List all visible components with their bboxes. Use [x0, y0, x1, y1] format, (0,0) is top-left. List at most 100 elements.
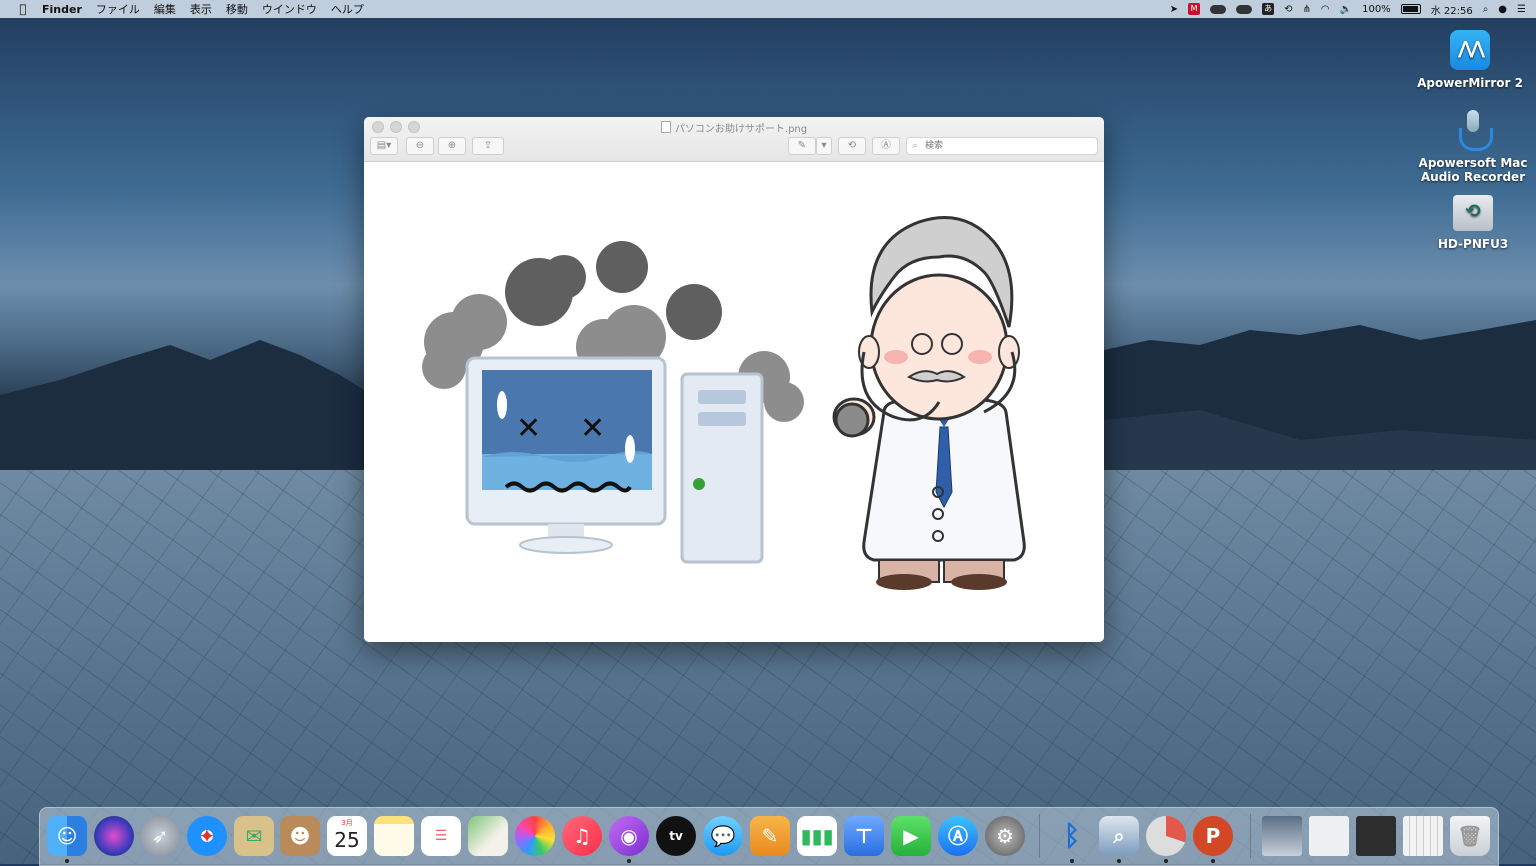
menu-view[interactable]: 表示 [190, 1, 212, 17]
desktop-icon-apowermirror[interactable]: ApowerMirror 2 [1410, 30, 1530, 90]
input-method-icon[interactable]: あ [1262, 3, 1275, 15]
dock-notes[interactable] [374, 816, 414, 856]
markup-icon: Ⓐ [881, 140, 891, 151]
dock-separator [1039, 814, 1040, 858]
rotate-button[interactable]: ⟲ [838, 137, 866, 155]
menu-file[interactable]: ファイル [96, 1, 140, 17]
cloud-icon[interactable] [1210, 4, 1227, 14]
dock-safari[interactable]: ✦ [187, 816, 227, 856]
dock-istat[interactable] [1146, 816, 1186, 856]
zoom-in-icon: ⊕ [447, 140, 457, 151]
music-note-icon: ♫ [573, 824, 591, 848]
desktop-icon-label: HD-PNFU3 [1437, 237, 1509, 251]
dock-stack-3[interactable] [1356, 816, 1396, 856]
podium-icon: ⊤ [854, 824, 874, 848]
menu-clock[interactable]: 水 22:56 [1431, 2, 1473, 17]
powerpoint-icon: P [1205, 824, 1221, 848]
desktop-icon-audio-recorder[interactable]: Apowersoft Mac Audio Recorder [1413, 110, 1533, 184]
menu-go[interactable]: 移動 [226, 1, 248, 17]
external-drive-icon [1453, 195, 1493, 231]
markup-dropdown-button[interactable]: ▾ [816, 137, 832, 155]
dock-reminders[interactable]: ☰ [421, 816, 461, 856]
wifi-icon[interactable]: ◠ [1321, 4, 1330, 15]
status-area: ➤ M あ ⟲ ⋔ ◠ 🔈 100% 水 22:56 ⌕ ● ☰ [1170, 0, 1526, 18]
svg-text:✕: ✕ [580, 411, 605, 446]
dock-numbers[interactable]: ▮▮▮ [797, 816, 837, 856]
bar-chart-icon: ▮▮▮ [800, 824, 834, 848]
bluetooth-icon: ᛒ [1063, 819, 1081, 852]
contacts-icon: ☻ [289, 824, 311, 848]
search-input[interactable] [923, 140, 1087, 152]
dock-system-preferences[interactable]: ⚙ [985, 816, 1025, 856]
dock-photos[interactable] [515, 816, 555, 856]
share-button[interactable]: ⇧ [472, 137, 504, 155]
cloud-sync-icon[interactable] [1236, 4, 1253, 14]
sidebar-toggle-button[interactable]: ▤▾ [370, 137, 398, 155]
dock-contacts[interactable]: ☻ [280, 816, 320, 856]
menu-help[interactable]: ヘルプ [331, 1, 364, 17]
search-field[interactable]: ⌕ [906, 137, 1098, 155]
notification-center-icon[interactable]: ☰ [1517, 4, 1526, 15]
apple-menu-icon[interactable]:  [16, 2, 30, 16]
desktop-icon-label: Apowersoft Mac Audio Recorder [1418, 156, 1528, 184]
dock-powerpoint[interactable]: P [1193, 816, 1233, 856]
dock-stack-4[interactable] [1403, 816, 1443, 856]
running-indicator [1164, 859, 1168, 863]
doctor [832, 216, 1026, 590]
dock: ☺ ➶ ✦ ✉ ☻ 3月 25 ☰ ♫ ◉ tv 💬 ✎ ▮▮▮ ⊤ ▶ Ⓐ ⚙… [39, 807, 1499, 866]
dock-finder[interactable]: ☺ [47, 816, 87, 856]
dock-bluetooth[interactable]: ᛒ [1052, 816, 1092, 856]
dock-launchpad[interactable]: ➶ [140, 816, 180, 856]
dock-stack-2[interactable] [1309, 816, 1349, 856]
dock-apple-tv[interactable]: tv [656, 816, 696, 856]
dock-pages[interactable]: ✎ [750, 816, 790, 856]
podcast-icon: ◉ [620, 824, 638, 848]
dock-facetime[interactable]: ▶ [891, 816, 931, 856]
running-indicator [1117, 859, 1121, 863]
image-canvas: ✕ ✕ [364, 162, 1104, 642]
spotlight-icon[interactable]: ⌕ [1483, 4, 1489, 15]
mcafee-icon[interactable]: M [1188, 3, 1201, 15]
dock-keynote[interactable]: ⊤ [844, 816, 884, 856]
location-arrow-icon[interactable]: ➤ [1170, 4, 1178, 15]
speech-bubble-icon: 💬 [710, 824, 736, 848]
app-store-icon: Ⓐ [948, 824, 968, 848]
zoom-in-button[interactable]: ⊕ [438, 137, 466, 155]
zoom-out-button[interactable]: ⊖ [406, 137, 434, 155]
battery-icon[interactable] [1400, 4, 1421, 14]
running-indicator [1070, 859, 1074, 863]
dock-mail[interactable]: ✉ [234, 816, 274, 856]
desktop-icon-hd-pnfu3[interactable]: HD-PNFU3 [1413, 195, 1533, 251]
checklist-icon: ☰ [434, 828, 448, 844]
menu-window[interactable]: ウインドウ [262, 1, 317, 17]
markup-pen-button[interactable]: ✎ [788, 137, 816, 155]
menu-app-name[interactable]: Finder [42, 3, 82, 16]
dock-trash[interactable]: 🗑 [1450, 816, 1490, 856]
dock-siri[interactable] [94, 816, 134, 856]
window-title: パソコンお助けサポート.png [364, 120, 1104, 135]
battery-percent[interactable]: 100% [1362, 4, 1391, 15]
tv-icon: tv [669, 829, 683, 843]
dock-maps[interactable] [468, 816, 508, 856]
share-icon: ⇧ [483, 140, 493, 151]
sidebar-icon: ▤▾ [376, 140, 392, 151]
calendar-month: 3月 [341, 819, 353, 827]
dock-app-store[interactable]: Ⓐ [938, 816, 978, 856]
pc-tower [680, 372, 764, 564]
siri-menu-icon[interactable]: ● [1498, 4, 1507, 15]
markup-toolbar-button[interactable]: Ⓐ [872, 137, 900, 155]
dock-stack-1[interactable] [1262, 816, 1302, 856]
network-icon[interactable]: ⋔ [1303, 4, 1311, 15]
dock-preview[interactable]: ⌕ [1099, 816, 1139, 856]
time-machine-icon[interactable]: ⟲ [1284, 4, 1292, 15]
video-camera-icon: ▶ [903, 824, 919, 848]
dock-music[interactable]: ♫ [562, 816, 602, 856]
eagle-stamp-icon: ✉ [245, 824, 263, 848]
menu-edit[interactable]: 編集 [154, 1, 176, 17]
microphone-icon [1453, 110, 1493, 151]
chevron-down-icon: ▾ [821, 140, 827, 151]
dock-calendar[interactable]: 3月 25 [327, 816, 367, 856]
volume-icon[interactable]: 🔈 [1340, 4, 1352, 15]
dock-messages[interactable]: 💬 [703, 816, 743, 856]
dock-podcasts[interactable]: ◉ [609, 816, 649, 856]
